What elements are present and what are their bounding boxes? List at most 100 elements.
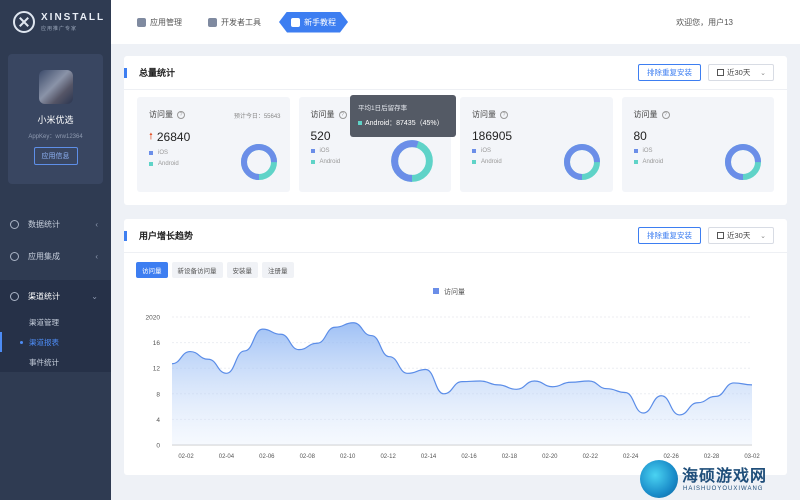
ios-legend-label: iOS xyxy=(642,148,653,154)
growth-area-chart[interactable]: 访问量 0 4 8 12 16 2020 02-02 02-04 02-06 02-08 02-10 0… xyxy=(124,269,787,475)
legend-swatch xyxy=(433,288,439,294)
android-legend-swatch xyxy=(149,162,153,166)
sidebar-subitem-event-stats[interactable]: 事件统计 xyxy=(0,352,111,372)
summary-title: 总量统计 xyxy=(124,67,175,78)
sidebar-subitem-channel-report[interactable]: 渠道报表 xyxy=(0,332,111,352)
platform-donut[interactable] xyxy=(563,143,601,181)
chevron-left-icon: ‹ xyxy=(95,251,98,261)
ios-legend-swatch xyxy=(472,149,476,153)
app-key: AppKey：wrw12364 xyxy=(28,134,83,140)
cube-icon xyxy=(137,17,146,27)
x-tick-label: 02-20 xyxy=(542,454,558,460)
app-name: 小米优选 xyxy=(37,115,74,125)
stat-card: 访问量? 186905 iOS Android xyxy=(460,97,613,192)
y-tick-label: 0 xyxy=(156,443,160,450)
platform-donut[interactable] xyxy=(390,139,434,183)
ios-legend-swatch xyxy=(310,149,315,153)
android-legend-label: Android xyxy=(158,161,179,167)
android-legend-label: Android xyxy=(481,159,502,165)
app-info-button-label: 应用信息 xyxy=(41,153,70,160)
ios-legend-label: iOS xyxy=(481,148,492,154)
x-tick-label: 02-12 xyxy=(380,454,396,460)
brand-subtitle: 应用推广专家 xyxy=(41,26,78,32)
series-area xyxy=(172,322,752,445)
chart-icon xyxy=(10,219,19,229)
android-legend-swatch xyxy=(472,160,476,164)
android-legend-label: Android xyxy=(319,159,341,165)
stat-value: 80 xyxy=(633,129,647,143)
dedupe-button[interactable]: 排除重复安装 xyxy=(638,227,701,244)
ios-legend-label: iOS xyxy=(158,150,169,156)
tab-label: 新手教程 xyxy=(304,17,336,27)
y-tick-label: 4 xyxy=(156,417,160,424)
app-info-button[interactable]: 应用信息 xyxy=(33,147,78,165)
stat-label: 访问量 xyxy=(472,110,496,119)
dedupe-button[interactable]: 排除重复安装 xyxy=(638,64,701,81)
sidebar-item-label: 渠道统计 xyxy=(28,291,60,301)
tooltip-value: Android：87435（45%） xyxy=(365,120,444,127)
sidebar-nav: 数据统计 ‹ 应用集成 ‹ 渠道统计 ⌄ 渠道管理 渠道报表 事件统计 xyxy=(0,208,111,372)
watermark-logo-icon xyxy=(640,460,678,498)
tab-label: 开发者工具 xyxy=(221,17,261,27)
sidebar-item-integration[interactable]: 应用集成 ‹ xyxy=(0,240,111,272)
sidebar-item-channel-stats[interactable]: 渠道统计 ⌄ xyxy=(0,280,111,312)
tab-app-manage[interactable]: 应用管理 xyxy=(137,17,182,28)
sidebar-item-label: 数据统计 xyxy=(28,219,60,229)
y-tick-label: 12 xyxy=(153,366,161,373)
help-icon[interactable]: ? xyxy=(500,110,508,119)
chevron-left-icon: ‹ xyxy=(95,219,98,229)
chevron-down-icon: ⌄ xyxy=(760,232,766,240)
tab-label: 应用管理 xyxy=(150,17,182,27)
welcome-user[interactable]: 欢迎您，用户13 xyxy=(676,17,733,28)
x-tick-label: 02-06 xyxy=(259,454,275,460)
android-legend-label: Android xyxy=(642,159,664,165)
stat-label: 访问量 xyxy=(310,110,335,119)
platform-donut[interactable] xyxy=(724,143,762,181)
help-icon[interactable]: ? xyxy=(338,110,347,119)
tab-dev-tools[interactable]: 开发者工具 xyxy=(208,17,261,28)
platform-donut[interactable] xyxy=(240,143,278,181)
ios-legend-swatch xyxy=(633,149,638,153)
android-legend-swatch xyxy=(633,160,638,164)
x-tick-label: 02-16 xyxy=(461,454,477,460)
brand-title: XINSTALL xyxy=(41,12,106,23)
help-icon[interactable]: ? xyxy=(661,110,670,119)
y-tick-label: 16 xyxy=(153,340,161,347)
tab-tutorial[interactable]: 新手教程 xyxy=(279,12,348,33)
stat-forecast: 预计今日：55643 xyxy=(233,114,281,120)
x-tick-label: 02-04 xyxy=(219,454,235,460)
date-range-value: 近30天 xyxy=(727,231,751,240)
stat-value: 26840 xyxy=(156,130,191,144)
sidebar-subitem-channel-manage[interactable]: 渠道管理 xyxy=(0,312,111,332)
x-tick-label: 02-24 xyxy=(623,454,639,460)
date-range-select[interactable]: 近30天 ⌄ xyxy=(708,64,774,81)
sidebar-item-data-stats[interactable]: 数据统计 ‹ xyxy=(0,208,111,240)
watermark: 海硕游戏网 HAISHUOYOUXIWANG xyxy=(640,458,800,500)
integration-icon xyxy=(10,251,19,261)
date-range-select[interactable]: 近30天 ⌄ xyxy=(708,227,774,244)
stat-value: 520 xyxy=(310,129,331,143)
toolbox-icon xyxy=(208,17,217,27)
book-icon xyxy=(291,18,300,27)
ios-legend-swatch xyxy=(149,151,153,155)
calendar-icon xyxy=(717,232,724,239)
app-card: 小米优选 AppKey：wrw12364 应用信息 xyxy=(8,54,103,184)
x-tick-label: 02-02 xyxy=(178,454,194,460)
ios-legend-label: iOS xyxy=(319,148,330,154)
y-tick-label: 8 xyxy=(156,391,160,398)
brand-logo: XINSTALL 应用推广专家 xyxy=(0,0,111,44)
android-legend-swatch xyxy=(310,160,315,164)
x-tick-label: 02-22 xyxy=(583,454,599,460)
legend-label: 访问量 xyxy=(444,287,465,296)
stat-card: 访问量? 预计今日：55643 🠕 26840 iOS Android xyxy=(137,97,290,192)
trend-up-icon: 🠕 xyxy=(149,131,153,141)
watermark-url: HAISHUOYOUXIWANG xyxy=(683,486,764,492)
chevron-down-icon: ⌄ xyxy=(760,69,766,77)
calendar-icon xyxy=(717,69,724,76)
channel-icon xyxy=(10,291,19,301)
watermark-title: 海硕游戏网 xyxy=(682,466,768,485)
x-tick-label: 02-14 xyxy=(421,454,437,460)
donut-tooltip: 平均1日后留存率 Android：87435（45%） xyxy=(350,95,456,137)
help-icon[interactable]: ? xyxy=(177,110,185,119)
stat-label: 访问量 xyxy=(149,110,173,119)
